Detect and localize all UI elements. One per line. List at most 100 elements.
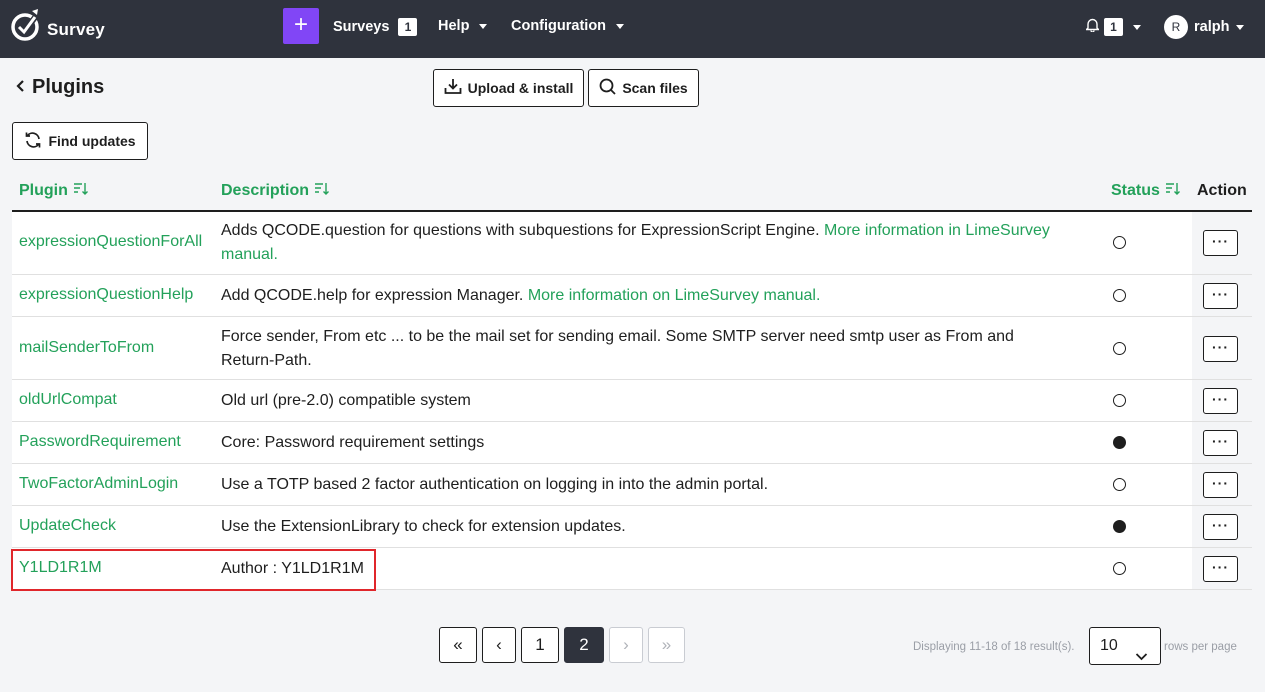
- plugin-description: Force sender, From etc ... to be the mai…: [221, 328, 1014, 369]
- table-row: oldUrlCompat Old url (pre-2.0) compatibl…: [12, 380, 1252, 422]
- notifications-menu[interactable]: 1: [1084, 18, 1141, 36]
- brand-label: Survey: [47, 19, 105, 39]
- sort-description-header[interactable]: Description: [221, 182, 330, 200]
- table-row: TwoFactorAdminLogin Use a TOTP based 2 f…: [12, 464, 1252, 506]
- nav-configuration-label: Configuration: [511, 18, 607, 34]
- table-row: Y1LD1R1M Author : Y1LD1R1M ···: [12, 548, 1252, 590]
- top-navbar: Survey + Surveys 1 Help Configuration 1 …: [0, 0, 1265, 58]
- plugin-name-link[interactable]: UpdateCheck: [19, 517, 116, 535]
- upload-install-label: Upload & install: [467, 80, 574, 96]
- status-indicator: [1113, 342, 1126, 355]
- table-row: UpdateCheck Use the ExtensionLibrary to …: [12, 506, 1252, 548]
- manual-link[interactable]: More information on LimeSurvey manual.: [528, 287, 821, 304]
- row-actions-button[interactable]: ···: [1203, 430, 1238, 456]
- plugin-header-label: Plugin: [19, 182, 68, 199]
- row-actions-button[interactable]: ···: [1203, 388, 1238, 414]
- plugin-description: Add QCODE.help for expression Manager. M…: [221, 284, 1071, 308]
- avatar: R: [1164, 15, 1188, 39]
- plugin-description: Core: Password requirement settings: [221, 434, 485, 451]
- plugin-name-link[interactable]: expressionQuestionHelp: [19, 286, 193, 304]
- page-size-value: 10: [1100, 637, 1118, 654]
- download-icon: [444, 78, 462, 98]
- plugin-name-link[interactable]: expressionQuestionForAll: [19, 233, 202, 251]
- status-indicator: [1113, 562, 1126, 575]
- plugin-name-link[interactable]: mailSenderToFrom: [19, 339, 154, 357]
- scan-files-button[interactable]: Scan files: [588, 69, 699, 107]
- row-actions-button[interactable]: ···: [1203, 230, 1238, 256]
- action-header-label: Action: [1197, 182, 1247, 199]
- status-indicator: [1113, 289, 1126, 302]
- sort-icon: [73, 182, 88, 200]
- user-name: ralph: [1194, 19, 1230, 35]
- first-page-button[interactable]: «: [439, 627, 477, 663]
- table-row: mailSenderToFrom Force sender, From etc …: [12, 317, 1252, 380]
- plugin-name-link[interactable]: TwoFactorAdminLogin: [19, 475, 178, 493]
- rows-per-page-label: rows per page: [1164, 641, 1237, 653]
- table-row: expressionQuestionHelp Add QCODE.help fo…: [12, 275, 1252, 317]
- find-updates-label: Find updates: [48, 133, 136, 149]
- plugin-description: Use a TOTP based 2 factor authentication…: [221, 476, 769, 493]
- plugin-name-link[interactable]: PasswordRequirement: [19, 433, 181, 451]
- refresh-icon: [24, 131, 42, 152]
- notifications-count-badge: 1: [1104, 18, 1123, 36]
- chevron-down-icon: [616, 23, 625, 29]
- row-actions-button[interactable]: ···: [1203, 336, 1238, 362]
- page-size-select[interactable]: 10: [1089, 627, 1161, 665]
- sort-icon: [1165, 182, 1180, 200]
- nav-help[interactable]: Help: [438, 18, 488, 34]
- description-header-label: Description: [221, 182, 310, 199]
- row-actions-button[interactable]: ···: [1203, 472, 1238, 498]
- last-page-button[interactable]: »: [648, 627, 685, 663]
- action-header: Action: [1197, 182, 1247, 200]
- surveys-count-badge: 1: [398, 18, 418, 36]
- page-2-button[interactable]: 2: [564, 627, 604, 663]
- chevron-down-icon: [1135, 639, 1148, 675]
- chevron-down-icon: [479, 23, 488, 29]
- plugin-description: Old url (pre-2.0) compatible system: [221, 392, 471, 409]
- nav-configuration[interactable]: Configuration: [511, 18, 625, 34]
- status-indicator: [1113, 478, 1126, 491]
- find-updates-button[interactable]: Find updates: [12, 122, 148, 160]
- sort-plugin-header[interactable]: Plugin: [19, 182, 88, 200]
- nav-surveys-label: Surveys: [333, 19, 390, 35]
- create-survey-button[interactable]: +: [283, 8, 319, 44]
- page-title[interactable]: Plugins: [16, 76, 104, 99]
- status-indicator: [1113, 394, 1126, 407]
- status-indicator: [1113, 236, 1126, 249]
- plugin-description: Use the ExtensionLibrary to check for ex…: [221, 518, 626, 535]
- plugin-description: Author : Y1LD1R1M: [221, 560, 364, 577]
- sort-icon: [315, 182, 330, 200]
- results-summary: Displaying 11-18 of 18 result(s).: [913, 641, 1075, 653]
- status-header-label: Status: [1111, 182, 1160, 199]
- page-title-label: Plugins: [32, 76, 105, 98]
- next-page-button[interactable]: ›: [609, 627, 643, 663]
- chevron-down-icon: [1236, 24, 1245, 30]
- plugins-table: Plugin Description Status Action express…: [12, 170, 1252, 590]
- table-header: Plugin Description Status Action: [12, 170, 1252, 212]
- back-chevron-icon: [16, 76, 26, 99]
- description-text: Add QCODE.help for expression Manager.: [221, 287, 524, 304]
- row-actions-button[interactable]: ···: [1203, 514, 1238, 540]
- prev-page-button[interactable]: ‹: [482, 627, 516, 663]
- brand[interactable]: Survey: [10, 8, 105, 47]
- table-row: expressionQuestionForAll Adds QCODE.ques…: [12, 212, 1252, 275]
- scan-files-label: Scan files: [622, 80, 688, 96]
- upload-install-button[interactable]: Upload & install: [433, 69, 584, 107]
- row-actions-button[interactable]: ···: [1203, 283, 1238, 309]
- nav-surveys[interactable]: Surveys 1: [333, 18, 418, 36]
- description-text: Adds QCODE.question for questions with s…: [221, 222, 820, 239]
- table-row: PasswordRequirement Core: Password requi…: [12, 422, 1252, 464]
- sort-status-header[interactable]: Status: [1111, 182, 1180, 200]
- nav-help-label: Help: [438, 18, 470, 34]
- page-1-button[interactable]: 1: [521, 627, 559, 663]
- plugin-description: Adds QCODE.question for questions with s…: [221, 219, 1071, 267]
- status-indicator: [1113, 520, 1126, 533]
- row-actions-button[interactable]: ···: [1203, 556, 1238, 582]
- logo-icon: [10, 8, 42, 47]
- chevron-down-icon: [1133, 24, 1141, 30]
- status-indicator: [1113, 436, 1126, 449]
- plugin-name-link[interactable]: oldUrlCompat: [19, 391, 117, 409]
- plugin-name-link[interactable]: Y1LD1R1M: [19, 559, 102, 577]
- user-menu[interactable]: R ralph: [1164, 15, 1245, 39]
- bell-icon: [1084, 18, 1101, 36]
